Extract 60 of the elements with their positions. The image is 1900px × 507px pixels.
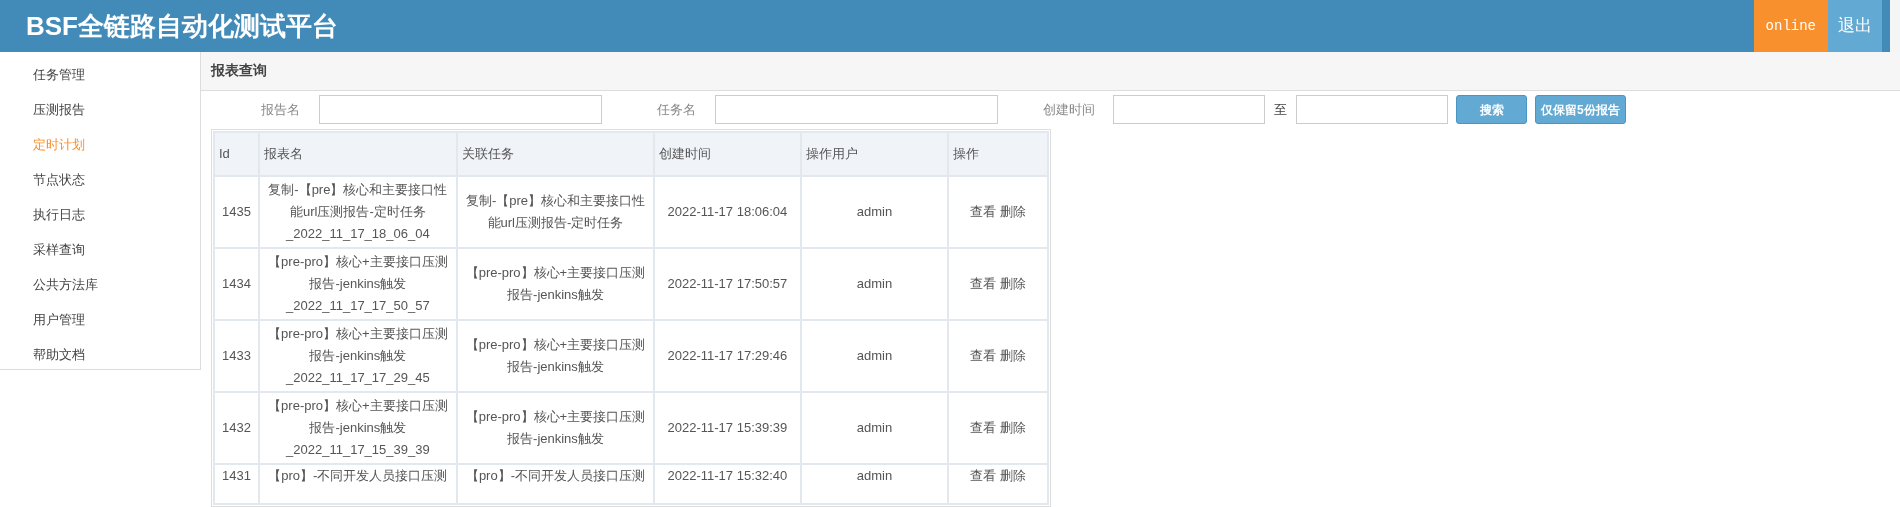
table-cell: 复制-【pre】核心和主要接口性能url压测报告-定时任务_2022_11_17_18_06_04 (258, 176, 457, 248)
panel-title: 报表查询 (211, 61, 267, 81)
table-cell: 【pre-pro】核心+主要接口压测报告-jenkins触发 (456, 248, 655, 320)
column-header: 报表名 (258, 132, 457, 176)
table-cell: 复制-【pre】核心和主要接口性能url压测报告-定时任务 (456, 176, 655, 248)
delete-link[interactable]: 删除 (999, 468, 1026, 483)
view-link[interactable]: 查看 (970, 420, 997, 435)
table-cell: 2022-11-17 15:39:39 (654, 392, 801, 464)
table-cell: admin (800, 176, 949, 248)
sidebar-item[interactable]: 公共方法库 (0, 267, 200, 302)
table-cell: 【pre-pro】核心+主要接口压测报告-jenkins触发_2022_11_17_15_39_39 (258, 392, 457, 464)
table-cell: 1434 (214, 248, 259, 320)
start-date-field[interactable] (1113, 95, 1265, 125)
report-name-field[interactable] (319, 95, 602, 125)
table-cell: 2022-11-17 18:06:04 (654, 176, 801, 248)
table-cell: 【pre-pro】核心+主要接口压测报告-jenkins触发 (456, 320, 655, 392)
table-cell: 2022-11-17 15:32:40 (654, 464, 801, 504)
table-cell: 【pre-pro】核心+主要接口压测报告-jenkins触发 (456, 392, 655, 464)
filter-label: 任务名 (657, 101, 697, 119)
filter-label: 创建时间 (1043, 101, 1096, 119)
sidebar-item[interactable]: 帮助文档 (0, 337, 200, 372)
column-header: 操作用户 (800, 132, 949, 176)
view-link[interactable]: 查看 (970, 348, 997, 363)
delete-link[interactable]: 删除 (999, 276, 1026, 291)
view-link[interactable]: 查看 (970, 468, 997, 483)
column-header: 关联任务 (456, 132, 655, 176)
table-cell: 1431 (214, 464, 259, 504)
table-cell: 【pro】-不同开发人员接口压测 (258, 464, 457, 504)
sidebar-item[interactable]: 节点状态 (0, 162, 200, 197)
filter-label: 报告名 (261, 101, 301, 119)
table-cell: admin (800, 248, 949, 320)
table-cell: 【pro】-不同开发人员接口压测 (456, 464, 655, 504)
delete-link[interactable]: 删除 (999, 204, 1026, 219)
table-cell: admin (800, 464, 949, 504)
table-cell: 1432 (214, 392, 259, 464)
column-header: Id (214, 132, 259, 176)
sidebar-item[interactable]: 任务管理 (0, 57, 200, 92)
table-cell: 2022-11-17 17:50:57 (654, 248, 801, 320)
sidebar-item[interactable]: 执行日志 (0, 197, 200, 232)
task-name-field[interactable] (715, 95, 998, 125)
table-cell: 1433 (214, 320, 259, 392)
table-cell: 【pre-pro】核心+主要接口压测报告-jenkins触发_2022_11_17_17_29_45 (258, 320, 457, 392)
sidebar-item[interactable]: 采样查询 (0, 232, 200, 267)
table-cell: 【pre-pro】核心+主要接口压测报告-jenkins触发_2022_11_17_17_50_57 (258, 248, 457, 320)
status-badge: online (1753, 0, 1828, 52)
column-header: 创建时间 (654, 132, 801, 176)
range-separator: 至 (1274, 101, 1287, 119)
delete-link[interactable]: 删除 (999, 348, 1026, 363)
view-link[interactable]: 查看 (970, 204, 997, 219)
sidebar-item[interactable]: 用户管理 (0, 302, 200, 337)
end-date-field[interactable] (1296, 95, 1448, 125)
table-cell: admin (800, 320, 949, 392)
table-cell: admin (800, 392, 949, 464)
table-cell: 2022-11-17 17:29:46 (654, 320, 801, 392)
table-cell: 1435 (214, 176, 259, 248)
column-header: 操作 (948, 132, 1048, 176)
view-link[interactable]: 查看 (970, 276, 997, 291)
sidebar-item[interactable]: 压测报告 (0, 92, 200, 127)
app-title: BSF全链路自动化测试平台 (26, 9, 339, 43)
delete-link[interactable]: 删除 (999, 420, 1026, 435)
